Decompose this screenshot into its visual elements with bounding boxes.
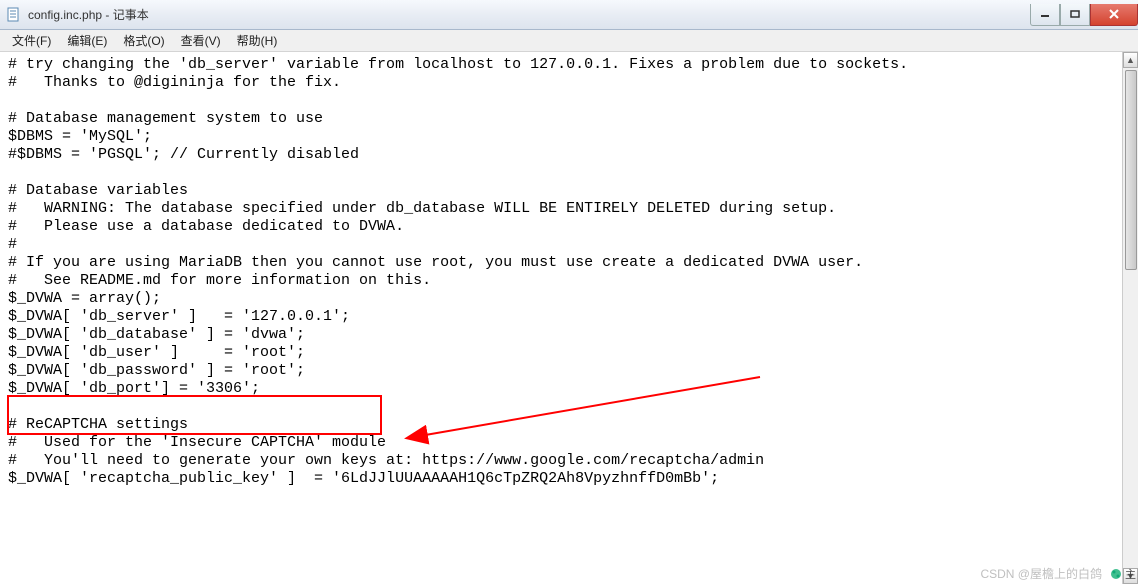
content-area: # try changing the 'db_server' variable … <box>0 52 1138 584</box>
menubar: 文件(F) 编辑(E) 格式(O) 查看(V) 帮助(H) <box>0 30 1138 52</box>
antivirus-tray-icon[interactable] <box>1109 567 1123 581</box>
menu-help[interactable]: 帮助(H) <box>229 30 286 51</box>
window-controls <box>1030 4 1138 26</box>
window-title: config.inc.php - 记事本 <box>28 6 149 23</box>
vertical-scrollbar[interactable]: ▲ ▼ <box>1122 52 1138 584</box>
watermark: CSDN @屋檐上的白鸽 <box>980 565 1102 582</box>
notepad-icon <box>6 7 22 23</box>
menu-edit[interactable]: 编辑(E) <box>59 30 115 51</box>
text-editor[interactable]: # try changing the 'db_server' variable … <box>0 52 1122 584</box>
menu-format[interactable]: 格式(O) <box>115 30 172 51</box>
tray-label: 主 <box>1125 566 1136 582</box>
close-button[interactable] <box>1090 4 1138 26</box>
tray-area: 主 <box>1109 566 1136 582</box>
titlebar: config.inc.php - 记事本 <box>0 0 1138 30</box>
menu-view[interactable]: 查看(V) <box>173 30 229 51</box>
maximize-button[interactable] <box>1060 4 1090 26</box>
scroll-thumb[interactable] <box>1125 70 1137 270</box>
titlebar-left: config.inc.php - 记事本 <box>6 6 149 23</box>
menu-file[interactable]: 文件(F) <box>4 30 59 51</box>
minimize-button[interactable] <box>1030 4 1060 26</box>
scroll-up-arrow[interactable]: ▲ <box>1123 52 1138 68</box>
